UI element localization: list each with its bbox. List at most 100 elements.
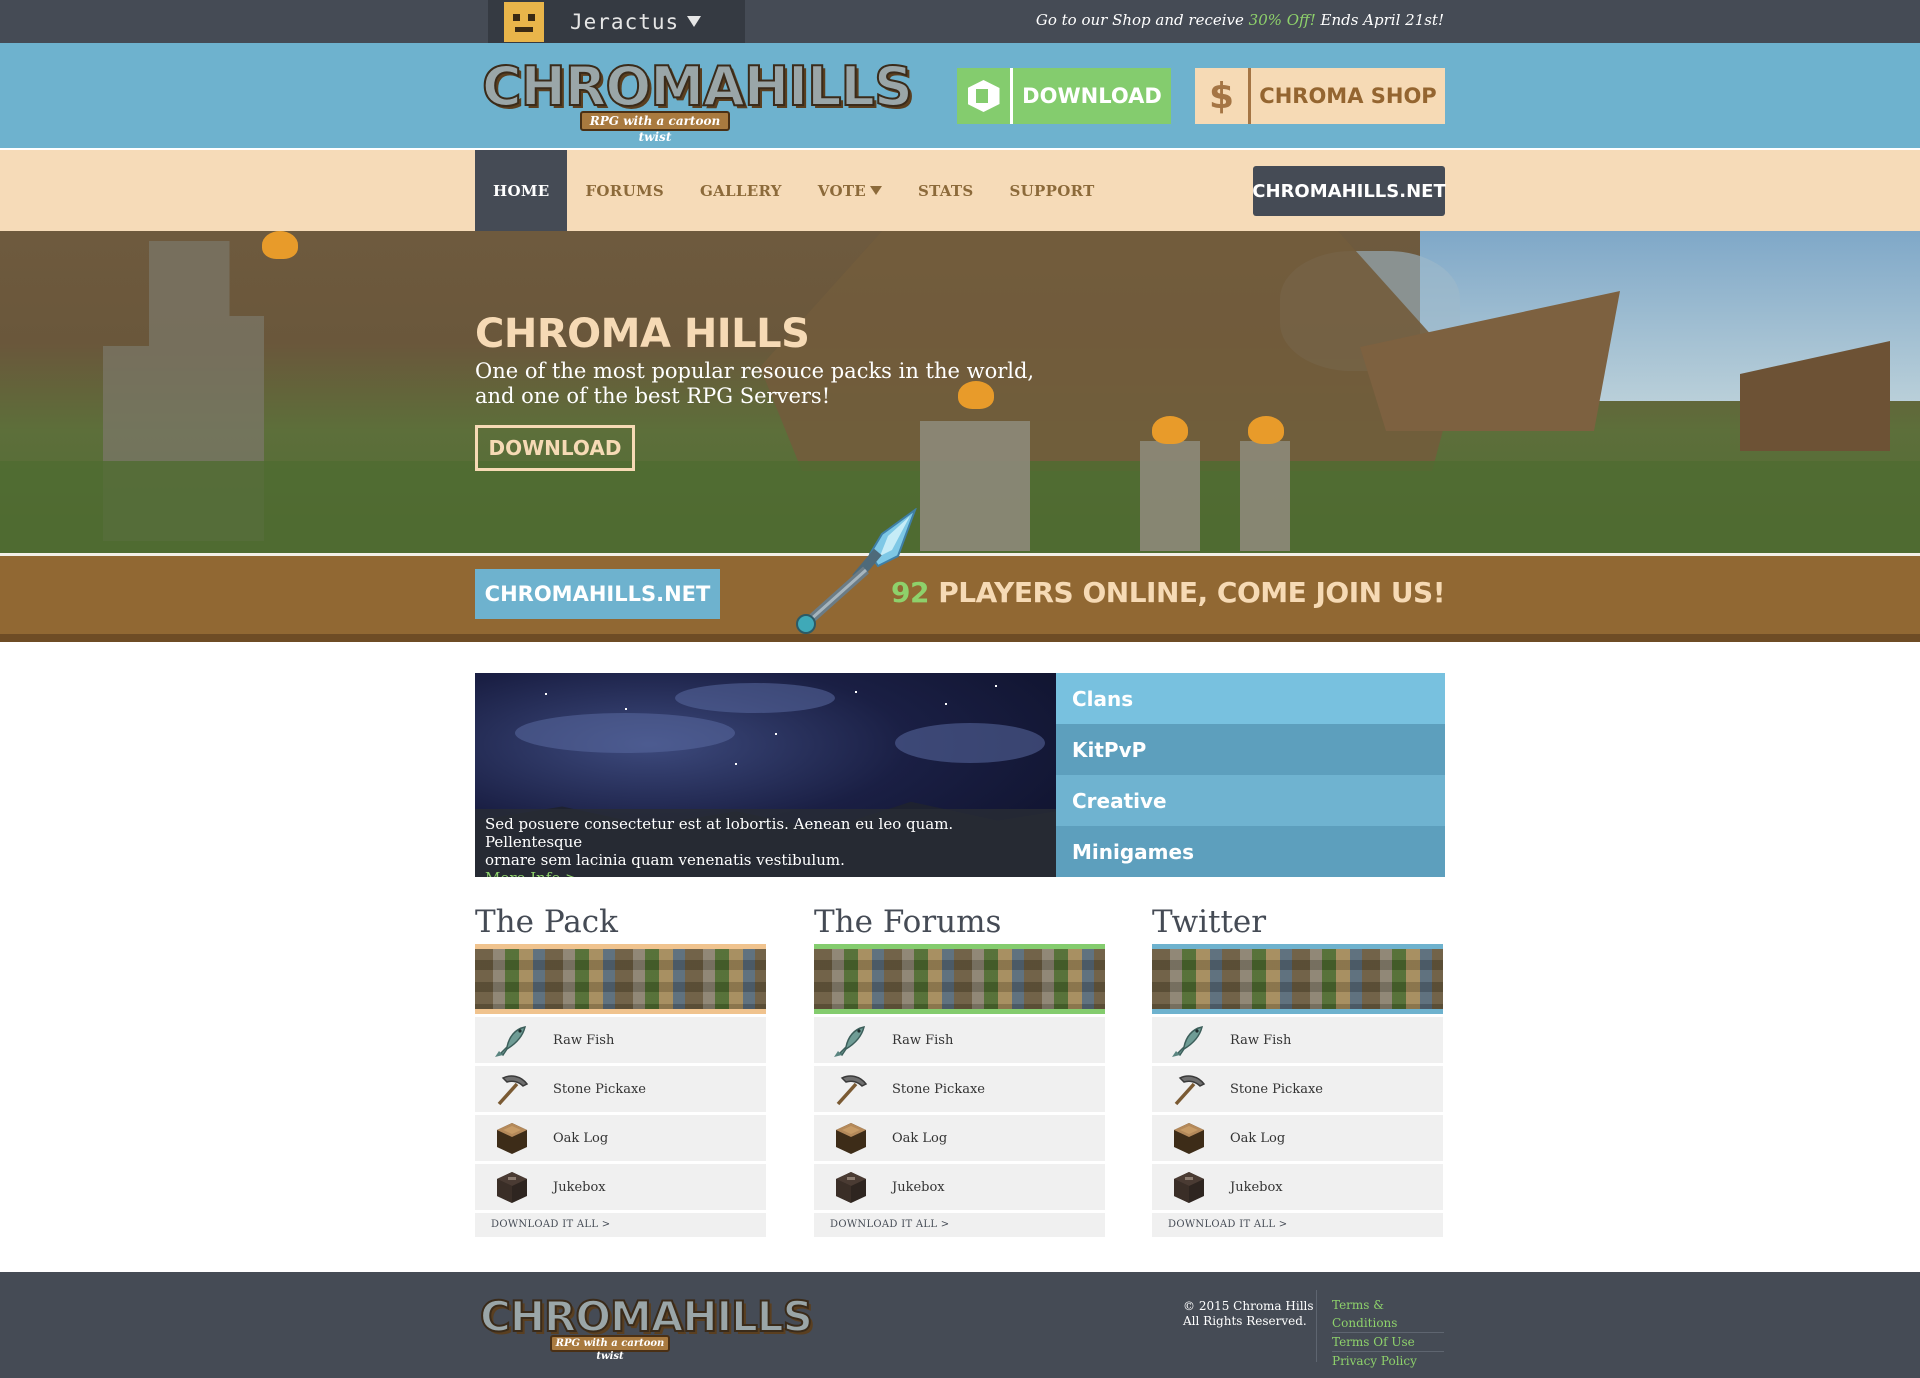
item-label: Jukebox — [892, 1179, 945, 1195]
server-address-button[interactable]: CHROMAHILLS.NET — [475, 569, 720, 619]
player-count: 92 — [891, 576, 929, 609]
column-title: The Forums — [814, 904, 1002, 940]
log-icon — [493, 1119, 531, 1157]
gamemode-minigames[interactable]: Minigames — [1056, 826, 1445, 877]
list-item[interactable]: Oak Log — [814, 1115, 1105, 1161]
logo-text: CHROMAHILLS — [481, 54, 914, 119]
main-nav: HOME FORUMS GALLERY VOTE STATS SUPPORT C… — [0, 148, 1920, 231]
gamemode-clans[interactable]: Clans — [1056, 673, 1445, 724]
hero-subtitle-line: One of the most popular resouce packs in… — [475, 359, 1035, 383]
torch-flame — [262, 231, 298, 259]
night-cloud — [675, 683, 835, 713]
gamemode-kitpvp[interactable]: KitPvP — [1056, 724, 1445, 775]
top-bar: Jeractus Go to our Shop and receive 30% … — [0, 0, 1920, 43]
item-label: Raw Fish — [892, 1032, 954, 1048]
gamemode-creative[interactable]: Creative — [1056, 775, 1445, 826]
hero-pillar — [1240, 441, 1290, 551]
jukebox-icon — [832, 1168, 870, 1206]
nav-site-button[interactable]: CHROMAHILLS.NET — [1252, 166, 1446, 216]
status-band: CHROMAHILLS.NET 92 PLAYERS ONLINE, COME … — [0, 508, 1920, 642]
hero-text: CHROMA HILLS One of the most popular res… — [475, 311, 1035, 409]
column-the-pack: The Pack Raw Fish Stone Pickaxe Oak Log Juke… — [475, 902, 766, 1237]
gamemode-menu: Clans KitPvP Creative Minigames — [1056, 673, 1445, 877]
item-label: Oak Log — [892, 1130, 948, 1146]
footer-logo[interactable]: CHROMAHILLS RPG with a cartoon twist — [479, 1291, 814, 1362]
column-banner-image[interactable] — [475, 944, 766, 1014]
log-icon — [1170, 1119, 1208, 1157]
list-item[interactable]: Jukebox — [1152, 1164, 1443, 1210]
item-label: Raw Fish — [1230, 1032, 1292, 1048]
feature-section: Sed posuere consectetur est at lobortis.… — [475, 673, 1445, 877]
column-banner-image[interactable] — [814, 944, 1105, 1014]
star — [855, 691, 857, 693]
nav-label: STATS — [918, 181, 974, 200]
download-all-link[interactable]: DOWNLOAD IT ALL > — [475, 1213, 766, 1237]
nav-items: HOME FORUMS GALLERY VOTE STATS SUPPORT — [475, 150, 1113, 231]
promo-banner[interactable]: Go to our Shop and receive 30% Off! Ends… — [1036, 11, 1444, 29]
item-label: Oak Log — [553, 1130, 609, 1146]
fish-icon — [832, 1021, 870, 1059]
copyright: © 2015 Chroma Hills All Rights Reserved. — [1183, 1299, 1314, 1329]
list-item[interactable]: Raw Fish — [475, 1017, 766, 1063]
column-title: The Pack — [475, 904, 618, 940]
list-item[interactable]: Oak Log — [475, 1115, 766, 1161]
banner-accent — [475, 944, 766, 949]
hero-title: CHROMA HILLS — [475, 311, 810, 357]
nav-item-forums[interactable]: FORUMS — [567, 150, 682, 231]
diamond-sword-icon — [796, 508, 917, 634]
banner-accent — [814, 1009, 1105, 1014]
list-item[interactable]: Stone Pickaxe — [475, 1066, 766, 1112]
hero-download-button[interactable]: DOWNLOAD — [475, 425, 635, 471]
night-cloud — [515, 713, 735, 753]
list-item[interactable]: Oak Log — [1152, 1115, 1443, 1161]
column-banner-image[interactable] — [1152, 944, 1443, 1014]
download-label: DOWNLOAD — [1022, 84, 1162, 108]
user-menu[interactable]: Jeractus — [488, 0, 745, 43]
banner-accent — [1152, 1009, 1443, 1014]
nav-item-stats[interactable]: STATS — [900, 150, 992, 231]
star — [545, 693, 547, 695]
nav-item-gallery[interactable]: GALLERY — [682, 150, 800, 231]
promo-discount: 30% Off! — [1248, 11, 1316, 29]
list-item[interactable]: Jukebox — [475, 1164, 766, 1210]
players-text: PLAYERS ONLINE, COME JOIN US! — [938, 576, 1445, 609]
header-download-button[interactable]: DOWNLOAD — [957, 68, 1171, 124]
list-item[interactable]: Raw Fish — [1152, 1017, 1443, 1063]
terms-conditions-link[interactable]: Terms & Conditions — [1332, 1296, 1444, 1333]
download-all-link[interactable]: DOWNLOAD IT ALL > — [1152, 1213, 1443, 1237]
hero-banner: CHROMA HILLS One of the most popular res… — [0, 231, 1920, 553]
log-icon — [832, 1119, 870, 1157]
terms-of-use-link[interactable]: Terms Of Use — [1332, 1333, 1444, 1352]
pickaxe-icon — [1170, 1070, 1208, 1108]
username: Jeractus — [570, 9, 680, 34]
cube-icon — [957, 68, 1013, 124]
item-label: Stone Pickaxe — [1230, 1081, 1323, 1097]
chroma-shop-button[interactable]: $ CHROMA SHOP — [1195, 68, 1445, 124]
privacy-policy-link[interactable]: Privacy Policy — [1332, 1352, 1444, 1370]
nav-label: HOME — [493, 181, 550, 200]
nav-label: GALLERY — [699, 181, 782, 200]
nav-item-support[interactable]: SUPPORT — [992, 150, 1113, 231]
nav-item-vote[interactable]: VOTE — [800, 150, 900, 231]
more-info-link[interactable]: More Info > — [485, 869, 1046, 877]
promo-prefix: Go to our Shop and receive — [1035, 11, 1244, 29]
feature-image[interactable]: Sed posuere consectetur est at lobortis.… — [475, 673, 1056, 877]
logo-tagline: RPG with a cartoon twist — [550, 1335, 670, 1362]
copyright-line: © 2015 Chroma Hills — [1183, 1299, 1314, 1313]
fish-icon — [1170, 1021, 1208, 1059]
list-item[interactable]: Stone Pickaxe — [814, 1066, 1105, 1112]
torch-flame — [1248, 416, 1284, 444]
column-title: Twitter — [1152, 904, 1267, 940]
feature-caption: Sed posuere consectetur est at lobortis.… — [475, 809, 1056, 877]
download-all-link[interactable]: DOWNLOAD IT ALL > — [814, 1213, 1105, 1237]
nav-item-home[interactable]: HOME — [475, 150, 568, 231]
list-item[interactable]: Stone Pickaxe — [1152, 1066, 1443, 1112]
list-item[interactable]: Raw Fish — [814, 1017, 1105, 1063]
hero-subtitle: One of the most popular resouce packs in… — [475, 359, 1035, 409]
fish-icon — [493, 1021, 531, 1059]
avatar — [504, 1, 544, 42]
site-logo[interactable]: CHROMAHILLS RPG with a cartoon twist — [481, 54, 914, 144]
site-header: CHROMAHILLS RPG with a cartoon twist DOW… — [0, 43, 1920, 148]
caption-line: Sed posuere consectetur est at lobortis.… — [485, 815, 954, 851]
list-item[interactable]: Jukebox — [814, 1164, 1105, 1210]
